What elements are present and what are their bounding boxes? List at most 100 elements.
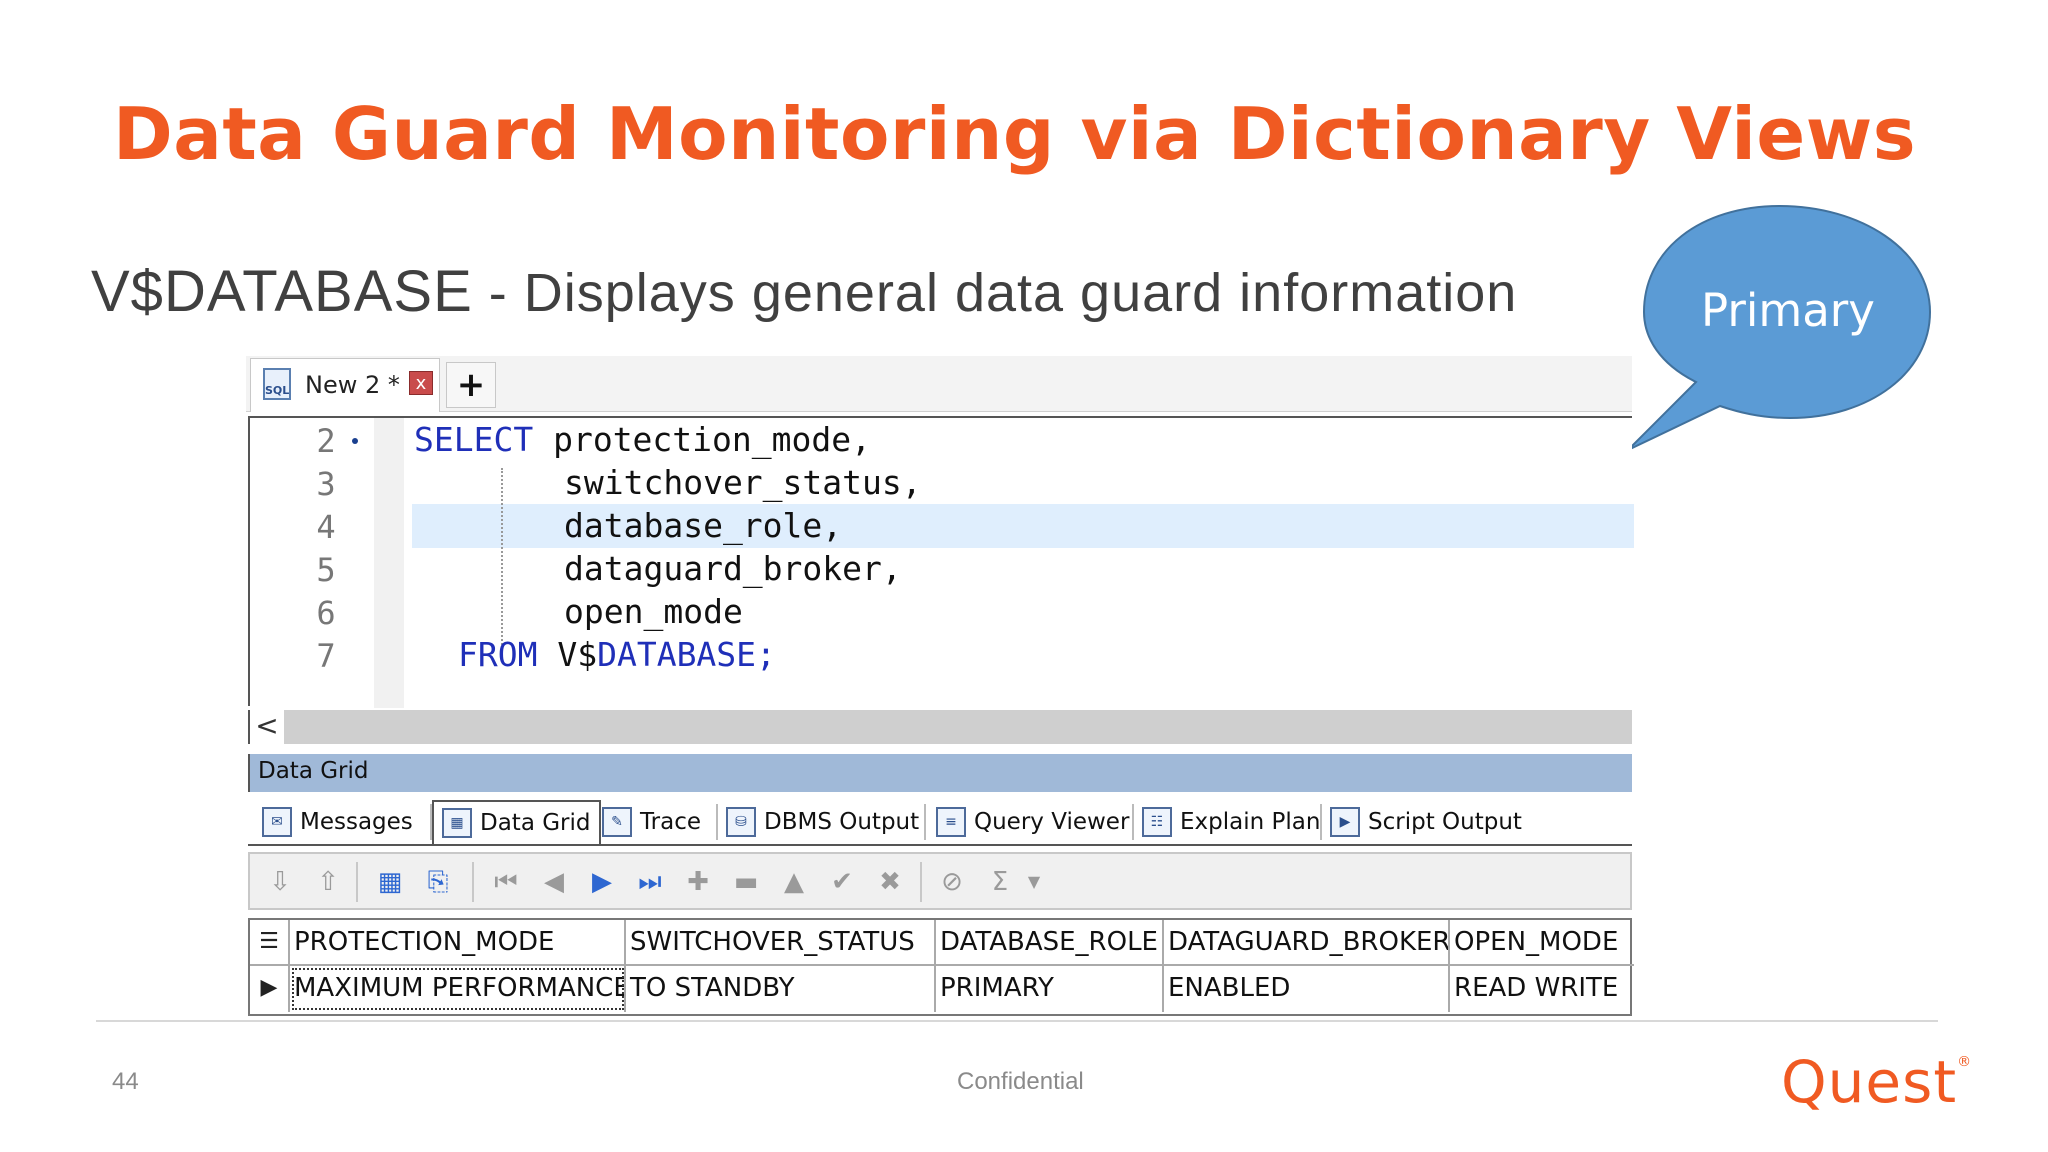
messages-icon: ✉ <box>262 807 292 837</box>
editor-tab-strip: SQL New 2 * x + <box>246 356 1632 412</box>
scroll-left-icon[interactable]: < <box>250 710 284 744</box>
results-tab-bar: ✉ Messages ▦ Data Grid ✎ Trace ⛁ DBMS Output… <box>248 796 1632 846</box>
close-icon[interactable]: x <box>409 371 433 395</box>
insert-record-icon[interactable]: ✚ <box>682 866 714 898</box>
code-line: SELECT protection_mode, <box>414 420 871 459</box>
column-header[interactable]: DATAGUARD_BROKER <box>1164 920 1450 966</box>
document-tab-label: New 2 * <box>305 371 400 399</box>
grid-cell[interactable]: MAXIMUM PERFORMANCE <box>290 966 626 1012</box>
subtitle-description: - Displays general data guard informatio… <box>472 263 1518 323</box>
row-indicator-icon: ▶ <box>250 966 290 1012</box>
query-viewer-icon: ≡ <box>936 807 966 837</box>
import-icon[interactable]: ⇩ <box>264 866 296 898</box>
view-name: V$DATABASE <box>91 259 473 324</box>
refresh-icon[interactable]: ⊘ <box>936 866 968 898</box>
sql-keyword: SELECT <box>414 420 534 459</box>
tab-separator <box>1320 804 1322 840</box>
grid-toolbar: ⇩ ⇧ ▦ ⎘ ⏮ ◀ ▶ ⏭ ✚ ▬ ▲ ✔ ✖ ⊘ Σ ▼ <box>248 852 1632 910</box>
tab-label: Data Grid <box>480 810 591 836</box>
data-grid-icon: ▦ <box>442 808 472 838</box>
first-record-icon[interactable]: ⏮ <box>490 866 522 898</box>
slide-title: Data Guard Monitoring via Dictionary Vie… <box>113 92 1917 176</box>
explain-plan-icon: ☷ <box>1142 807 1172 837</box>
tab-label: Trace <box>640 809 702 835</box>
code-line: dataguard_broker, <box>564 549 902 588</box>
delete-record-icon[interactable]: ▬ <box>730 866 762 898</box>
sql-editor[interactable]: 2 3 4 5 6 7 SELECT protection_mode, swit… <box>248 416 1634 708</box>
page-number: 44 <box>112 1068 139 1095</box>
tab-query-viewer[interactable]: ≡ Query Viewer <box>936 800 1129 844</box>
column-header[interactable]: DATABASE_ROLE <box>936 920 1164 966</box>
slide-subtitle: V$DATABASE - Displays general data guard… <box>91 258 1517 325</box>
grid-cell[interactable]: TO STANDBY <box>626 966 936 1012</box>
indent-guide <box>501 468 503 648</box>
tab-data-grid[interactable]: ▦ Data Grid <box>432 800 601 844</box>
toolbar-separator <box>920 862 922 902</box>
results-panel-title: Data Grid <box>258 758 369 784</box>
grid-header-row: ☰ PROTECTION_MODE SWITCHOVER_STATUS DATA… <box>250 920 1634 966</box>
code-line: open_mode <box>564 592 743 631</box>
code-line: database_role, <box>564 506 843 545</box>
tab-label: Query Viewer <box>974 809 1130 835</box>
grid-cell[interactable]: READ WRITE <box>1450 966 1634 1012</box>
sql-keyword: FROM <box>458 635 538 674</box>
line-number: 4 <box>316 508 336 546</box>
tab-label: Script Output <box>1368 809 1522 835</box>
statement-marker-icon <box>352 438 358 444</box>
grid-cell[interactable]: ENABLED <box>1164 966 1450 1012</box>
previous-record-icon[interactable]: ◀ <box>538 866 570 898</box>
document-tab[interactable]: SQL New 2 * x <box>250 358 440 412</box>
trace-icon: ✎ <box>602 807 632 837</box>
code-text: protection_mode, <box>533 420 871 459</box>
chevron-down-icon[interactable]: ▼ <box>1018 866 1050 898</box>
confidential-label: Confidential <box>957 1068 1084 1095</box>
code-line: FROM V$DATABASE; <box>458 635 776 674</box>
sql-ide-window: SQL New 2 * x + 2 3 4 5 6 7 SELECT prote… <box>246 356 1634 1016</box>
quest-logo: Quest® <box>1781 1048 1973 1116</box>
horizontal-scrollbar[interactable]: < <box>248 710 1632 744</box>
sum-icon[interactable]: Σ <box>984 866 1016 898</box>
export-icon[interactable]: ⇧ <box>312 866 344 898</box>
select-all-icon[interactable]: ☰ <box>250 920 290 966</box>
cancel-edit-icon[interactable]: ✖ <box>874 866 906 898</box>
last-record-icon[interactable]: ⏭ <box>634 866 666 898</box>
footer-divider <box>96 1020 1938 1022</box>
tab-separator <box>924 804 926 840</box>
add-tab-button[interactable]: + <box>446 362 496 408</box>
tab-explain-plan[interactable]: ☷ Explain Plan <box>1142 800 1320 844</box>
next-record-icon[interactable]: ▶ <box>586 866 618 898</box>
tab-messages[interactable]: ✉ Messages <box>262 800 413 844</box>
line-number: 6 <box>316 594 336 632</box>
fold-margin <box>374 418 404 708</box>
tab-label: Messages <box>300 809 413 835</box>
line-number-gutter: 2 3 4 5 6 7 <box>250 418 374 708</box>
sql-file-icon: SQL <box>263 368 291 400</box>
logo-text: Quest <box>1781 1048 1958 1116</box>
bubble-label: Primary <box>1701 284 1875 337</box>
save-grid-icon[interactable]: ⎘ <box>422 866 454 898</box>
line-number: 2 <box>316 422 336 460</box>
line-number: 7 <box>316 637 336 675</box>
toolbar-separator <box>356 862 358 902</box>
post-edit-icon[interactable]: ✔ <box>826 866 858 898</box>
tab-separator <box>716 804 718 840</box>
tab-label: Explain Plan <box>1180 809 1321 835</box>
tab-label: DBMS Output <box>764 809 920 835</box>
line-number: 5 <box>316 551 336 589</box>
code-text: V$ <box>537 635 598 674</box>
result-grid[interactable]: ☰ PROTECTION_MODE SWITCHOVER_STATUS DATA… <box>248 918 1634 1016</box>
sql-keyword: DATABASE; <box>597 635 776 674</box>
tab-trace[interactable]: ✎ Trace <box>602 800 701 844</box>
dbms-output-icon: ⛁ <box>726 807 756 837</box>
edit-record-icon[interactable]: ▲ <box>778 866 810 898</box>
results-panel-header: Data Grid <box>248 754 1632 792</box>
column-header[interactable]: PROTECTION_MODE <box>290 920 626 966</box>
tab-dbms-output[interactable]: ⛁ DBMS Output <box>726 800 919 844</box>
grid-cell[interactable]: PRIMARY <box>936 966 1164 1012</box>
toolbar-separator <box>472 862 474 902</box>
column-header[interactable]: OPEN_MODE <box>1450 920 1634 966</box>
grid-options-icon[interactable]: ▦ <box>374 866 406 898</box>
tab-script-output[interactable]: ▶ Script Output <box>1330 800 1522 844</box>
table-row[interactable]: ▶ MAXIMUM PERFORMANCE TO STANDBY PRIMARY… <box>250 966 1634 1012</box>
column-header[interactable]: SWITCHOVER_STATUS <box>626 920 936 966</box>
